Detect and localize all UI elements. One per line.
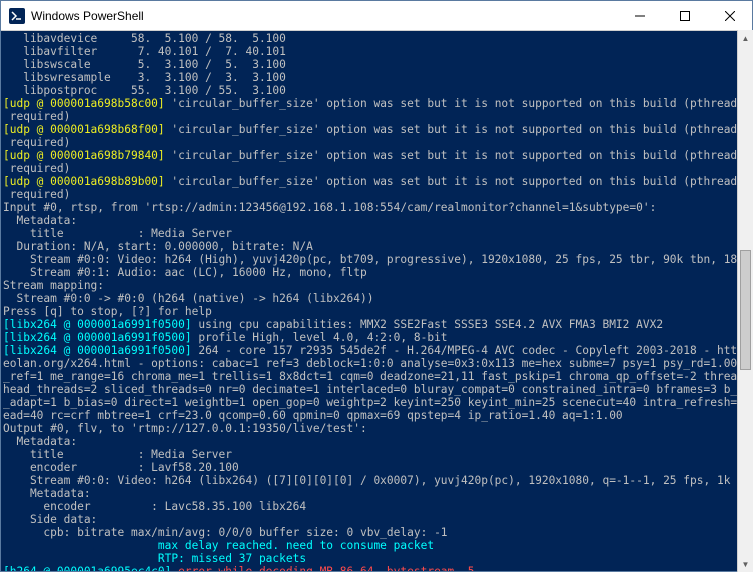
terminal-line: Metadata: [3,487,750,500]
powershell-window: Windows PowerShell libavdevice 58. 5.100… [0,0,753,572]
terminal-line: eolan.org/x264.html - options: cabac=1 r… [3,357,750,370]
scroll-thumb[interactable] [740,250,751,370]
terminal-output[interactable]: libavdevice 58. 5.100 / 58. 5.100 libavf… [1,31,752,571]
terminal-line: libswscale 5. 3.100 / 5. 3.100 [3,58,750,71]
terminal-line: required) [3,162,750,175]
app-icon [9,8,25,24]
terminal-line: required) [3,188,750,201]
terminal-line: Side data: [3,513,750,526]
scroll-track[interactable] [738,46,753,556]
terminal-line: Duration: N/A, start: 0.000000, bitrate:… [3,240,750,253]
terminal-line: encoder : Lavc58.35.100 libx264 [3,500,750,513]
close-button[interactable] [707,1,752,30]
terminal-line: libavfilter 7. 40.101 / 7. 40.101 [3,45,750,58]
titlebar[interactable]: Windows PowerShell [1,1,752,31]
terminal-line: Stream #0:0: Video: h264 (High), yuvj420… [3,253,750,266]
terminal-line: Stream #0:1: Audio: aac (LC), 16000 Hz, … [3,266,750,279]
terminal-line: libavdevice 58. 5.100 / 58. 5.100 [3,32,750,45]
terminal-line: encoder : Lavf58.20.100 [3,461,750,474]
window-controls [617,1,752,30]
terminal-line: Stream #0:0: Video: h264 (libx264) ([7][… [3,474,750,487]
terminal-line: [udp @ 000001a698b68f00] 'circular_buffe… [3,123,750,136]
maximize-button[interactable] [662,1,707,30]
scroll-down-button[interactable]: ▼ [738,556,753,572]
terminal-line: cpb: bitrate max/min/avg: 0/0/0 buffer s… [3,526,750,539]
terminal-line: Input #0, rtsp, from 'rtsp://admin:12345… [3,201,750,214]
terminal-line: _ref=1 me_range=16 chroma_me=1 trellis=1… [3,370,750,383]
terminal-line: [libx264 @ 000001a6991f0500] using cpu c… [3,318,750,331]
terminal-line: RTP: missed 37 packets [3,552,750,565]
terminal-line: ead=40 rc=crf mbtree=1 crf=23.0 qcomp=0.… [3,409,750,422]
terminal-line: required) [3,110,750,123]
terminal-line: [udp @ 000001a698b58c00] 'circular_buffe… [3,97,750,110]
terminal-line: libpostproc 55. 3.100 / 55. 3.100 [3,84,750,97]
terminal-line: [libx264 @ 000001a6991f0500] profile Hig… [3,331,750,344]
terminal-line: required) [3,136,750,149]
terminal-line: [h264 @ 000001a6995ec4c0] error while de… [3,565,750,571]
terminal-line: [libx264 @ 000001a6991f0500] 264 - core … [3,344,750,357]
terminal-line: Press [q] to stop, [?] for help [3,305,750,318]
terminal-line: max delay reached. need to consume packe… [3,539,750,552]
terminal-line: Output #0, flv, to 'rtmp://127.0.0.1:193… [3,422,750,435]
terminal-line: title : Media Server [3,448,750,461]
terminal-line: Metadata: [3,214,750,227]
terminal-line: [udp @ 000001a698b89b00] 'circular_buffe… [3,175,750,188]
minimize-button[interactable] [617,1,662,30]
terminal-line: Metadata: [3,435,750,448]
terminal-line: title : Media Server [3,227,750,240]
terminal-line: Stream mapping: [3,279,750,292]
scroll-up-button[interactable]: ▲ [738,30,753,46]
terminal-line: libswresample 3. 3.100 / 3. 3.100 [3,71,750,84]
terminal-line: Stream #0:0 -> #0:0 (h264 (native) -> h2… [3,292,750,305]
window-title: Windows PowerShell [31,9,617,23]
terminal-line: _adapt=1 b_bias=0 direct=1 weightb=1 ope… [3,396,750,409]
terminal-line: [udp @ 000001a698b79840] 'circular_buffe… [3,149,750,162]
terminal-line: head_threads=2 sliced_threads=0 nr=0 dec… [3,383,750,396]
vertical-scrollbar[interactable]: ▲ ▼ [737,30,753,572]
